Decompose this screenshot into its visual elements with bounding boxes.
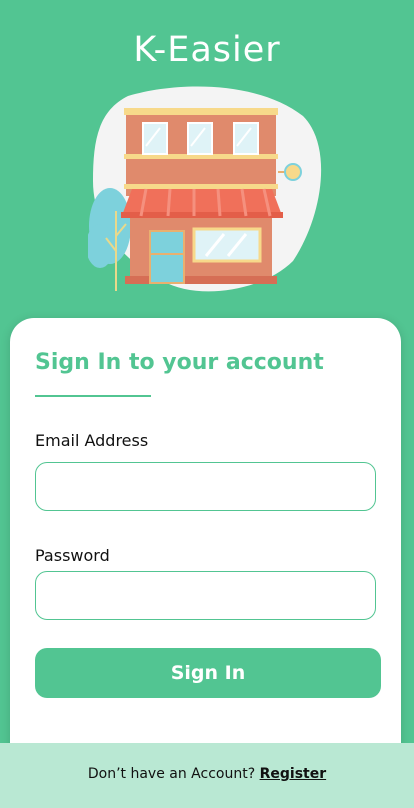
title-underline	[35, 395, 151, 397]
signin-card: Sign In to your account Email Address Pa…	[10, 318, 401, 778]
password-label: Password	[35, 546, 110, 565]
storefront-illustration	[86, 86, 328, 296]
signin-title: Sign In to your account	[35, 350, 324, 375]
password-field[interactable]	[35, 571, 376, 620]
signin-button[interactable]: Sign In	[35, 648, 381, 698]
email-field[interactable]	[35, 462, 376, 511]
storefront-icon	[86, 86, 322, 292]
register-prompt: Don’t have an Account?	[87, 766, 260, 782]
app-title: K-Easier	[133, 30, 281, 70]
register-footer: Don’t have an Account? Register	[0, 743, 414, 808]
register-link[interactable]: Register	[260, 766, 327, 782]
email-label: Email Address	[35, 431, 149, 450]
